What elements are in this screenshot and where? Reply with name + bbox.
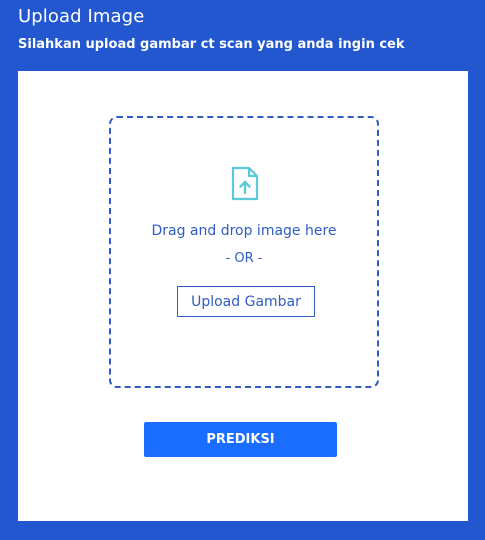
- or-separator: - OR -: [225, 251, 263, 266]
- predict-button[interactable]: PREDIKSI: [144, 422, 337, 457]
- upload-image-button[interactable]: Upload Gambar: [177, 286, 315, 317]
- page-subtitle: Silahkan upload gambar ct scan yang anda…: [18, 37, 405, 52]
- image-dropzone[interactable]: Drag and drop image here - OR - Upload G…: [109, 116, 379, 388]
- upload-panel: Drag and drop image here - OR - Upload G…: [18, 71, 468, 521]
- drag-drop-instruction: Drag and drop image here: [151, 223, 337, 239]
- file-upload-icon: [231, 166, 259, 201]
- page-title: Upload Image: [18, 6, 145, 27]
